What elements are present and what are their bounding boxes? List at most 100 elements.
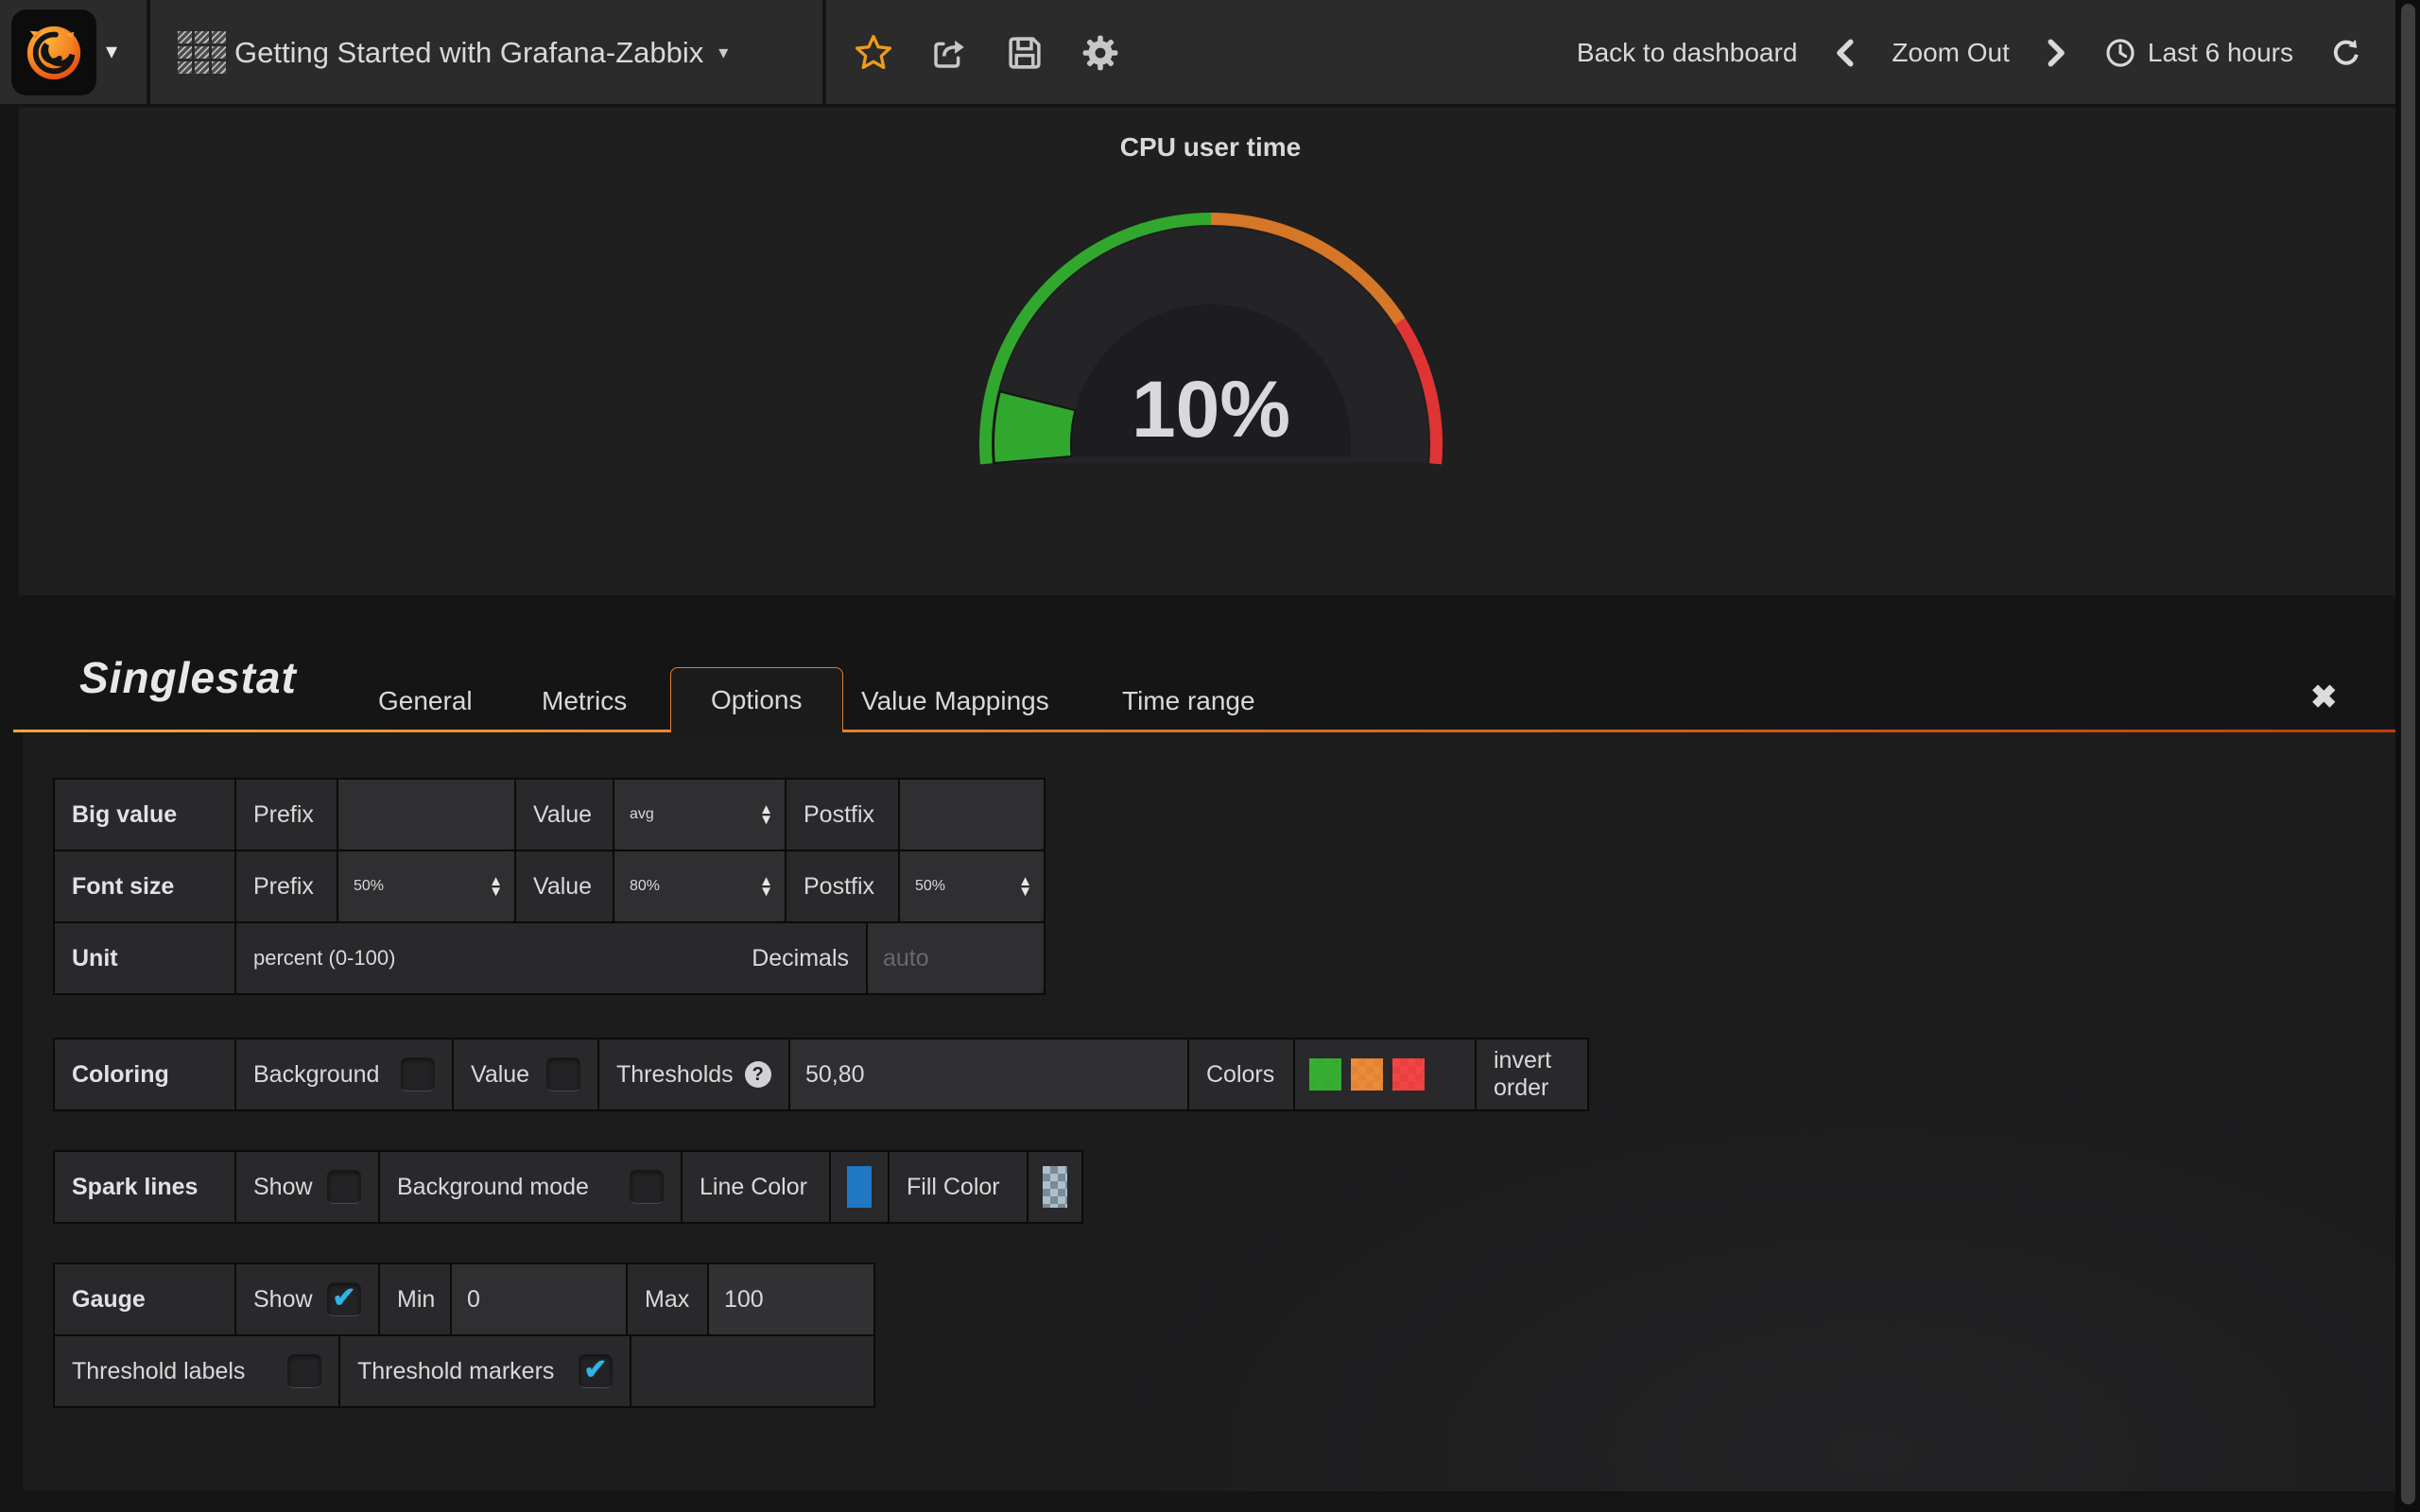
star-icon bbox=[853, 32, 894, 74]
clock-icon bbox=[2104, 37, 2136, 69]
gauge-label: Gauge bbox=[55, 1264, 234, 1334]
gauge-row: Gauge Show ✔ Min Max bbox=[55, 1264, 873, 1334]
line-color-swatch[interactable] bbox=[847, 1166, 872, 1208]
unit-label: Unit bbox=[55, 923, 234, 993]
fill-color-cell bbox=[1028, 1152, 1081, 1222]
tab-options[interactable]: Options bbox=[670, 667, 843, 732]
grafana-logo[interactable] bbox=[11, 9, 96, 95]
tab-general[interactable]: General bbox=[378, 669, 473, 732]
green-color-swatch[interactable] bbox=[1309, 1058, 1341, 1091]
gauge-min-input[interactable] bbox=[452, 1264, 626, 1334]
prefix-size-select-cell: 50% ▲▼ bbox=[338, 851, 514, 921]
postfix-label: Postfix bbox=[786, 780, 898, 850]
unit-row: Unit percent (0-100) Decimals bbox=[55, 923, 1044, 993]
gauge-value-label: 10% bbox=[1131, 365, 1289, 454]
top-navbar: ▾ Getting Started with Grafana-Zabbix ▾ bbox=[0, 0, 2420, 105]
coloring-label: Coloring bbox=[55, 1040, 234, 1109]
font-size-row: Font size Prefix 50% ▲▼ Value 80% ▲▼ Pos… bbox=[55, 851, 1044, 921]
dashboard-title-dropdown[interactable]: Getting Started with Grafana-Zabbix ▾ bbox=[234, 0, 728, 105]
coloring-row: Coloring Background ✔ Value ✔ Thresholds… bbox=[55, 1040, 1587, 1109]
thresholds-input[interactable] bbox=[790, 1040, 1187, 1109]
chevron-left-icon[interactable] bbox=[1833, 39, 1856, 67]
decimals-input[interactable] bbox=[868, 923, 1044, 993]
options-tab-content: Big value Prefix Value avg ▲▼ Postfix Fo… bbox=[23, 732, 2395, 1491]
grafana-logo-icon bbox=[23, 22, 85, 84]
prefix-label: Prefix bbox=[236, 780, 337, 850]
scrollbar-track[interactable] bbox=[2395, 0, 2420, 1512]
threshold-markers-cell: Threshold markers ✔ bbox=[340, 1336, 630, 1406]
select-spinner-icon: ▲▼ bbox=[759, 876, 773, 897]
line-color-label: Line Color bbox=[683, 1152, 829, 1222]
value-size-select[interactable]: 80% ▲▼ bbox=[614, 851, 785, 921]
prefix-input-cell bbox=[338, 780, 514, 850]
background-mode-cell: Background mode ✔ bbox=[380, 1152, 681, 1222]
value-size-select-cell: 80% ▲▼ bbox=[614, 851, 785, 921]
time-range-label: Last 6 hours bbox=[2148, 38, 2293, 68]
font-size-label: Font size bbox=[55, 851, 234, 921]
threshold-toggles-row: Threshold labels ✔ Threshold markers ✔ bbox=[55, 1336, 873, 1406]
spark-lines-label: Spark lines bbox=[55, 1152, 234, 1222]
tab-value-mappings[interactable]: Value Mappings bbox=[861, 669, 1049, 732]
gauge-max-input[interactable] bbox=[709, 1264, 873, 1334]
min-input-cell bbox=[452, 1264, 626, 1334]
line-color-cell bbox=[831, 1152, 888, 1222]
red-color-swatch[interactable] bbox=[1392, 1058, 1425, 1091]
time-picker-button[interactable]: Last 6 hours bbox=[2104, 37, 2293, 69]
threshold-labels-checkbox[interactable]: ✔ bbox=[287, 1354, 321, 1388]
big-value-postfix-input[interactable] bbox=[900, 780, 1044, 850]
min-label: Min bbox=[380, 1264, 450, 1334]
star-button[interactable] bbox=[849, 0, 898, 105]
threshold-labels-cell: Threshold labels ✔ bbox=[55, 1336, 338, 1406]
big-value-row: Big value Prefix Value avg ▲▼ Postfix bbox=[55, 780, 1044, 850]
postfix-size-select[interactable]: 50% ▲▼ bbox=[900, 851, 1044, 921]
value-checkbox[interactable]: ✔ bbox=[546, 1057, 580, 1091]
tab-time-range[interactable]: Time range bbox=[1122, 669, 1255, 732]
fill-color-label: Fill Color bbox=[890, 1152, 1027, 1222]
share-button[interactable] bbox=[925, 0, 974, 105]
sparkline-show-checkbox[interactable]: ✔ bbox=[327, 1170, 361, 1204]
empty-cell bbox=[631, 1336, 873, 1406]
postfix-label: Postfix bbox=[786, 851, 898, 921]
dashboard-title: Getting Started with Grafana-Zabbix bbox=[234, 36, 703, 70]
color-swatches-cell bbox=[1295, 1040, 1475, 1109]
max-input-cell bbox=[709, 1264, 873, 1334]
scrollbar-thumb[interactable] bbox=[2401, 4, 2415, 1504]
orange-color-swatch[interactable] bbox=[1351, 1058, 1383, 1091]
org-switcher-caret-icon[interactable]: ▾ bbox=[106, 38, 117, 65]
stat-select[interactable]: avg ▲▼ bbox=[614, 780, 785, 850]
invert-order-link[interactable]: invert order bbox=[1477, 1040, 1587, 1109]
threshold-markers-checkbox[interactable]: ✔ bbox=[579, 1354, 613, 1388]
max-label: Max bbox=[628, 1264, 707, 1334]
spark-lines-row: Spark lines Show ✔ Background mode ✔ Lin… bbox=[55, 1152, 1081, 1222]
gear-icon bbox=[1080, 33, 1120, 73]
panel-title[interactable]: CPU user time bbox=[19, 132, 2402, 163]
navbar-divider bbox=[147, 0, 150, 105]
decimals-input-cell bbox=[868, 923, 1044, 993]
thresholds-label-cell: Thresholds ? bbox=[599, 1040, 788, 1109]
unit-picker[interactable]: percent (0-100) bbox=[253, 946, 395, 971]
value-options-section: Big value Prefix Value avg ▲▼ Postfix Fo… bbox=[53, 778, 1046, 995]
value-label: Value bbox=[516, 780, 613, 850]
zoom-out-button[interactable]: Zoom Out bbox=[1892, 38, 2009, 68]
background-toggle-cell: Background ✔ bbox=[236, 1040, 452, 1109]
help-icon[interactable]: ? bbox=[745, 1061, 771, 1088]
prefix-size-select[interactable]: 50% ▲▼ bbox=[338, 851, 514, 921]
big-value-prefix-input[interactable] bbox=[338, 780, 514, 850]
fill-color-swatch[interactable] bbox=[1043, 1166, 1067, 1208]
chevron-right-icon[interactable] bbox=[2046, 39, 2068, 67]
singlestat-panel: CPU user time 10% bbox=[19, 108, 2402, 595]
background-checkbox[interactable]: ✔ bbox=[401, 1057, 435, 1091]
background-mode-checkbox[interactable]: ✔ bbox=[630, 1170, 664, 1204]
thresholds-input-cell bbox=[790, 1040, 1187, 1109]
settings-button[interactable] bbox=[1076, 0, 1125, 105]
save-button[interactable] bbox=[1000, 0, 1049, 105]
gauge-chart: 10% bbox=[973, 206, 1449, 471]
refresh-icon[interactable] bbox=[2329, 36, 2363, 70]
show-toggle-cell: Show ✔ bbox=[236, 1152, 378, 1222]
value-label: Value bbox=[516, 851, 613, 921]
close-editor-icon[interactable]: ✖ bbox=[2310, 679, 2338, 716]
editor-tabs: General Metrics Options Value Mappings T… bbox=[0, 669, 2420, 732]
back-to-dashboard-button[interactable]: Back to dashboard bbox=[1577, 38, 1798, 68]
tab-metrics[interactable]: Metrics bbox=[542, 669, 627, 732]
gauge-show-checkbox[interactable]: ✔ bbox=[327, 1282, 361, 1316]
